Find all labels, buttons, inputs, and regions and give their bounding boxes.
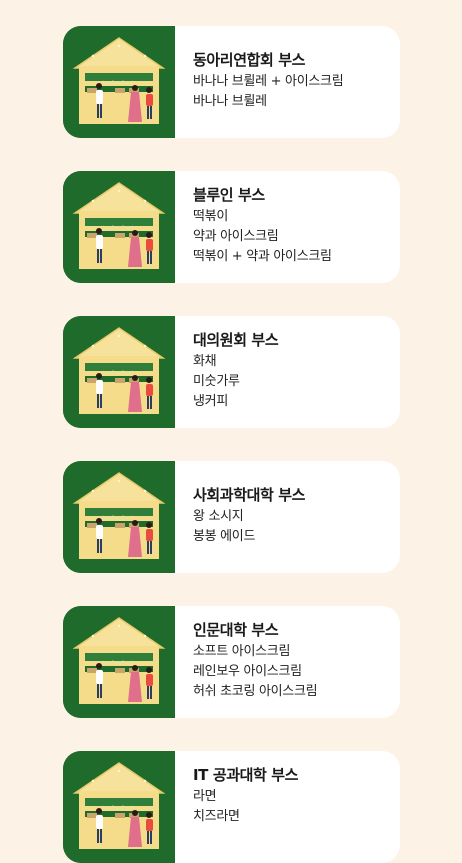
booth-info: 사회과학대학 부스 왕 소시지 봉봉 에이드: [175, 461, 305, 573]
booth-info: IT 공과대학 부스 라면 치즈라면: [175, 751, 298, 863]
booth-info: 인문대학 부스 소프트 아이스크림 레인보우 아이스크림 허쉬 초코링 아이스크…: [175, 606, 318, 718]
booth-tent-icon: [63, 606, 175, 718]
menu-item: 라면: [193, 789, 217, 804]
booth-card[interactable]: 동아리연합회 부스 바나나 브륄레 + 아이스크림 바나나 브륄레: [63, 26, 400, 138]
menu-item: 떡볶이: [193, 209, 228, 224]
booth-card[interactable]: IT 공과대학 부스 라면 치즈라면: [63, 751, 400, 863]
booth-card[interactable]: 대의원회 부스 화채 미숫가루 냉커피: [63, 316, 400, 428]
menu-item: 소프트 아이스크림: [193, 644, 291, 659]
booth-card[interactable]: 블루인 부스 떡볶이 약과 아이스크림 떡볶이 + 약과 아이스크림: [63, 171, 400, 283]
booth-card[interactable]: 사회과학대학 부스 왕 소시지 봉봉 에이드: [63, 461, 400, 573]
menu-item: 미숫가루: [193, 374, 240, 389]
menu-item: 약과 아이스크림: [193, 229, 279, 244]
menu-item: 바나나 브륄레: [193, 94, 267, 109]
booth-title: 인문대학 부스: [193, 621, 279, 639]
menu-item: 떡볶이 + 약과 아이스크림: [193, 249, 332, 264]
menu-item: 치즈라면: [193, 809, 240, 824]
booth-title: 대의원회 부스: [193, 331, 279, 349]
booth-info: 동아리연합회 부스 바나나 브륄레 + 아이스크림 바나나 브륄레: [175, 26, 344, 138]
menu-item: 레인보우 아이스크림: [193, 664, 302, 679]
menu-item: 봉봉 에이드: [193, 529, 256, 544]
booth-info: 블루인 부스 떡볶이 약과 아이스크림 떡볶이 + 약과 아이스크림: [175, 171, 332, 283]
menu-item: 왕 소시지: [193, 509, 244, 524]
booth-title: 블루인 부스: [193, 186, 265, 204]
menu-item: 허쉬 초코링 아이스크림: [193, 684, 318, 699]
menu-item: 화채: [193, 354, 217, 369]
booth-tent-icon: [63, 171, 175, 283]
booth-title: 사회과학대학 부스: [193, 486, 306, 504]
booth-card[interactable]: 인문대학 부스 소프트 아이스크림 레인보우 아이스크림 허쉬 초코링 아이스크…: [63, 606, 400, 718]
booth-tent-icon: [63, 26, 175, 138]
booth-title: 동아리연합회 부스: [193, 51, 306, 69]
booth-tent-icon: [63, 316, 175, 428]
booth-title: IT 공과대학 부스: [193, 766, 299, 784]
booth-tent-icon: [63, 461, 175, 573]
booth-info: 대의원회 부스 화채 미숫가루 냉커피: [175, 316, 279, 428]
booth-tent-icon: [63, 751, 175, 863]
menu-item: 냉커피: [193, 394, 228, 409]
menu-item: 바나나 브륄레 + 아이스크림: [193, 74, 344, 89]
